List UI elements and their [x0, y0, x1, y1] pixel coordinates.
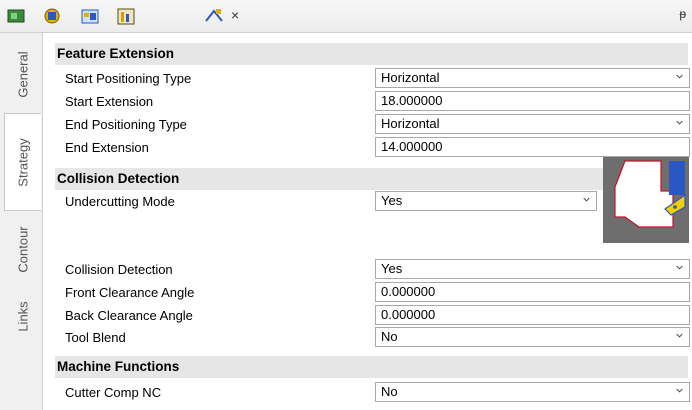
tool-blend-select[interactable]: No	[375, 327, 690, 347]
side-tab-strip: General Strategy Contour Links	[0, 33, 43, 410]
tab-contour-label: Contour	[15, 225, 31, 273]
tab-strategy[interactable]: Strategy	[4, 113, 41, 211]
chevron-down-icon	[676, 388, 683, 393]
tab-links[interactable]: Links	[4, 287, 42, 345]
row-start-extension: Start Extension 18.000000	[55, 91, 690, 113]
row-cutter-comp-nc: Cutter Comp NC No	[55, 382, 690, 404]
select-value: Yes	[381, 261, 403, 276]
row-label: Undercutting Mode	[65, 194, 175, 209]
row-start-positioning-type: Start Positioning Type Horizontal	[55, 68, 690, 90]
row-label: Back Clearance Angle	[65, 308, 193, 323]
undercut-preview-image	[603, 157, 689, 243]
end-positioning-type-select[interactable]: Horizontal	[375, 114, 690, 134]
tab-contour[interactable]: Contour	[4, 213, 42, 285]
end-extension-input[interactable]: 14.000000	[375, 137, 690, 157]
back-clearance-angle-input[interactable]: 0.000000	[375, 305, 690, 325]
select-value: No	[381, 384, 398, 399]
front-clearance-angle-input[interactable]: 0.000000	[375, 282, 690, 302]
tab-general-label: General	[15, 50, 31, 98]
chevron-down-icon	[676, 265, 683, 270]
chevron-down-icon	[583, 197, 590, 202]
row-label: Collision Detection	[65, 262, 173, 277]
section-header-collision-detection[interactable]: Collision Detection	[55, 168, 688, 190]
select-value: No	[381, 329, 398, 344]
feature-tree-icon[interactable]	[6, 6, 26, 26]
undercutting-mode-select[interactable]: Yes	[375, 191, 597, 211]
operation-icon[interactable]	[80, 6, 100, 26]
toolpath-icon[interactable]	[204, 6, 224, 26]
row-back-clearance-angle: Back Clearance Angle 0.000000	[55, 305, 690, 327]
toolbar: × ᵽ	[0, 0, 692, 33]
row-tool-blend: Tool Blend No	[55, 327, 690, 349]
row-label: Start Extension	[65, 94, 154, 109]
tab-links-label: Links	[15, 300, 31, 332]
row-label: Tool Blend	[65, 330, 126, 345]
section-header-machine-functions[interactable]: Machine Functions	[55, 356, 688, 378]
chart-icon[interactable]	[116, 6, 136, 26]
cutter-comp-nc-select[interactable]: No	[375, 382, 690, 402]
pin-icon[interactable]: ᵽ	[679, 7, 686, 21]
row-collision-detection: Collision Detection Yes	[55, 259, 690, 281]
row-undercutting-mode: Undercutting Mode Yes	[55, 191, 688, 213]
row-label: End Extension	[65, 140, 149, 155]
tab-strategy-label: Strategy	[15, 137, 31, 187]
row-label: Start Positioning Type	[65, 71, 192, 86]
input-value: 14.000000	[381, 139, 443, 154]
chevron-down-icon	[676, 74, 683, 79]
row-front-clearance-angle: Front Clearance Angle 0.000000	[55, 282, 690, 304]
chevron-down-icon	[676, 333, 683, 338]
collision-detection-select[interactable]: Yes	[375, 259, 690, 279]
start-extension-input[interactable]: 18.000000	[375, 91, 690, 111]
row-label: Cutter Comp NC	[65, 385, 162, 400]
section-header-feature-extension[interactable]: Feature Extension	[55, 43, 688, 65]
input-value: 0.000000	[381, 284, 436, 299]
select-value: Yes	[381, 193, 403, 208]
close-icon[interactable]: ×	[231, 7, 239, 23]
input-value: 18.000000	[381, 93, 443, 108]
tool-icon[interactable]	[42, 6, 62, 26]
start-positioning-type-select[interactable]: Horizontal	[375, 68, 690, 88]
row-end-positioning-type: End Positioning Type Horizontal	[55, 114, 690, 136]
row-end-extension: End Extension 14.000000	[55, 137, 690, 159]
input-value: 0.000000	[381, 307, 436, 322]
select-value: Horizontal	[381, 116, 440, 131]
chevron-down-icon	[676, 120, 683, 125]
select-value: Horizontal	[381, 70, 440, 85]
tab-general[interactable]: General	[4, 37, 42, 111]
row-label: End Positioning Type	[65, 117, 187, 132]
row-label: Front Clearance Angle	[65, 285, 195, 300]
